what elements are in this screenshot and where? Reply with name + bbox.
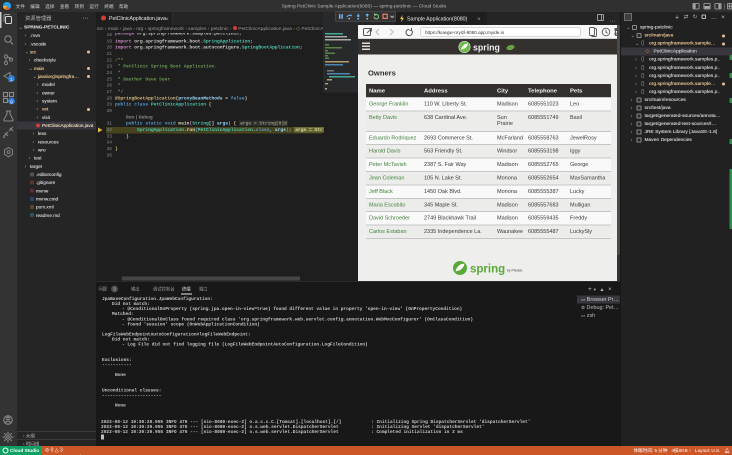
svg-text:9: 9: [10, 99, 13, 105]
svg-text:spring: spring: [470, 264, 505, 276]
svg-text:1: 1: [10, 77, 13, 83]
svg-text:spring: spring: [473, 43, 500, 53]
svg-text:by Pivotal.: by Pivotal.: [507, 269, 523, 273]
svg-text:https://kuwgw-nryizl-8080.app.: https://kuwgw-nryizl-8080.app.myide.io: [425, 30, 505, 35]
